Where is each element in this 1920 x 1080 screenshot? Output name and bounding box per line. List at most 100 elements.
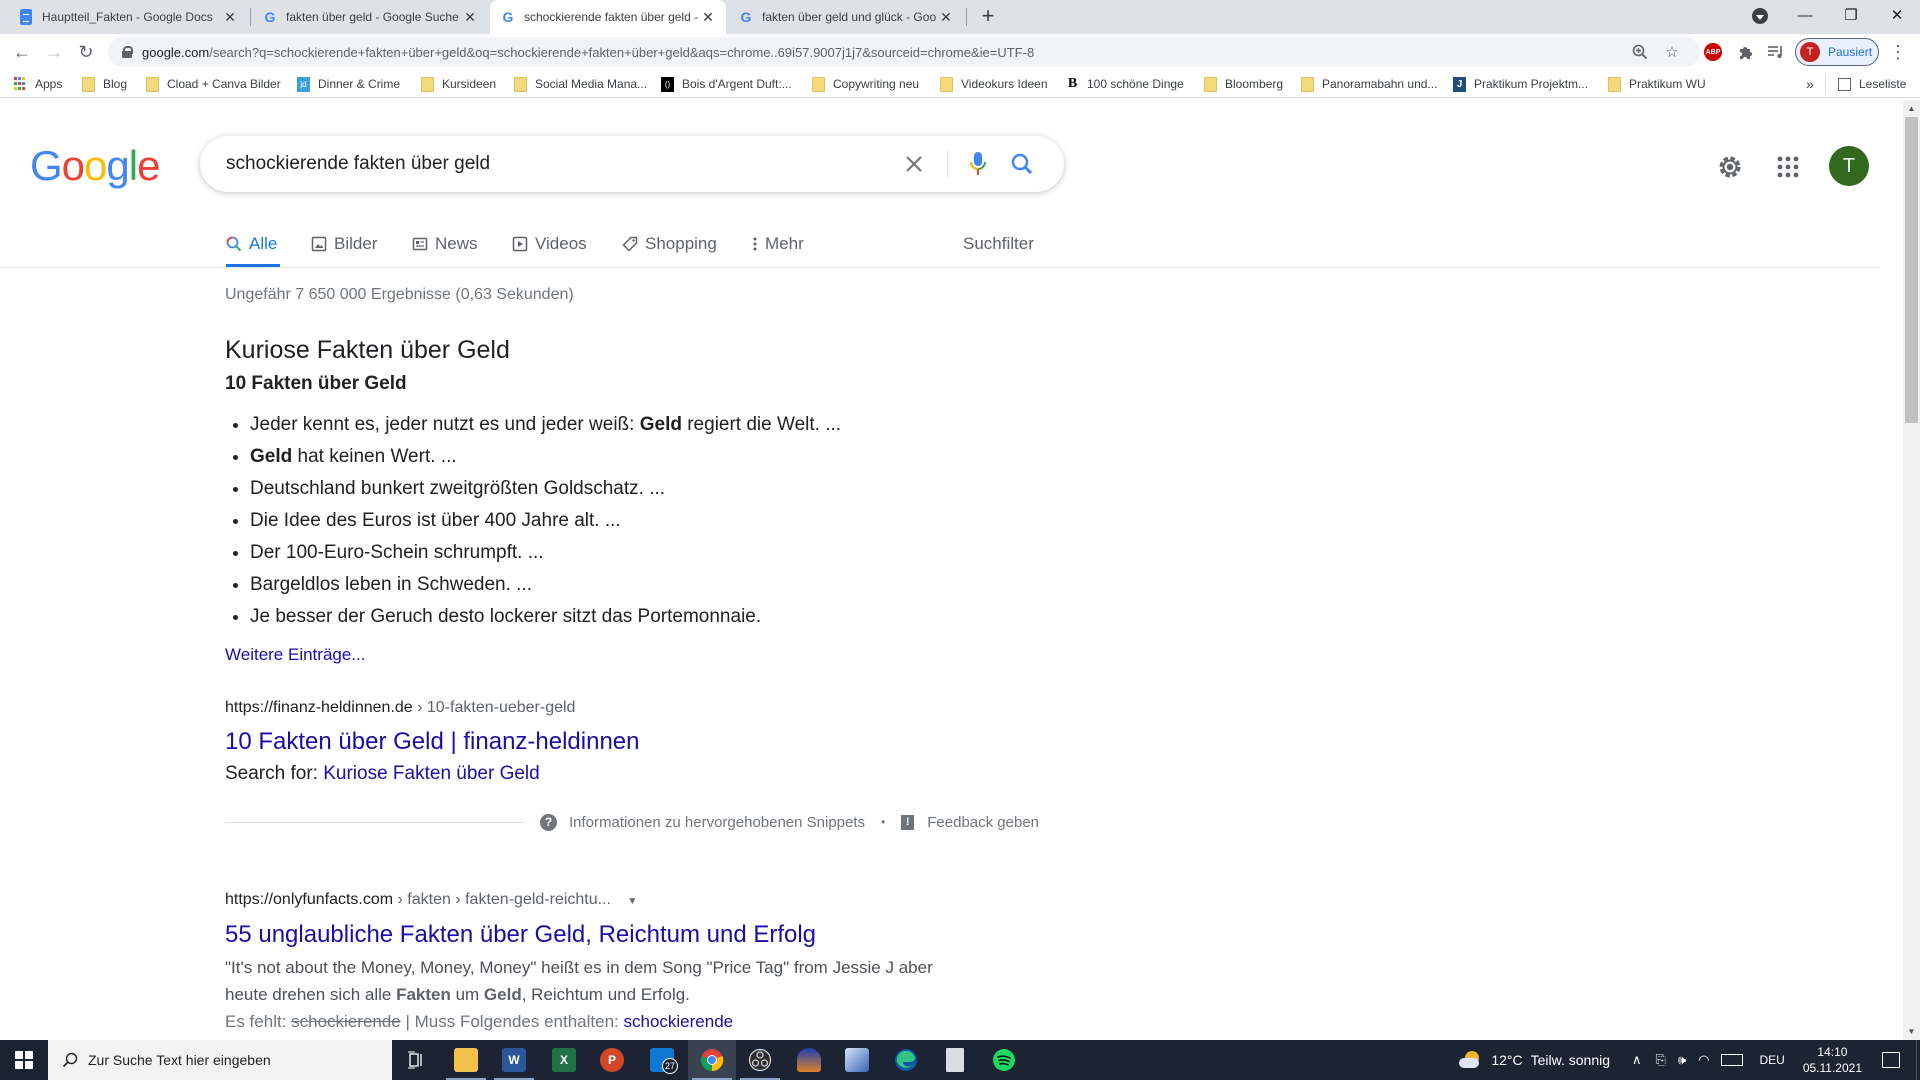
reading-list-button[interactable]: Leseliste — [1838, 75, 1906, 93]
address-bar[interactable]: google.com/search?q=schockierende+fakten… — [108, 37, 1700, 67]
clock[interactable]: 14:10 05.11.2021 — [1803, 1044, 1862, 1076]
search-tools-button[interactable]: Suchfilter — [963, 230, 1034, 258]
voice-search-button[interactable] — [964, 150, 992, 178]
feedback-link[interactable]: Feedback geben — [927, 814, 1039, 831]
start-button[interactable] — [0, 1040, 48, 1080]
close-tab-icon[interactable]: ✕ — [700, 9, 716, 26]
browser-tab[interactable]: Hauptteil_Fakten - Google Docs ✕ — [8, 0, 248, 34]
task-view-button[interactable] — [392, 1040, 440, 1080]
tab-mehr[interactable]: Mehr — [752, 230, 804, 258]
bookmark-item[interactable]: Bloomberg — [1204, 75, 1283, 93]
bookmark-item[interactable]: Blog — [82, 75, 127, 93]
weather-temp[interactable]: 12°C — [1491, 1052, 1522, 1068]
taskbar-app-doc[interactable] — [931, 1040, 979, 1080]
taskbar-app-file-explorer[interactable] — [442, 1040, 490, 1080]
zoom-icon[interactable] — [1628, 40, 1652, 64]
show-desktop-button[interactable] — [1916, 1040, 1920, 1080]
j-site-icon: J — [1453, 76, 1466, 92]
bookmark-item[interactable]: jd Dinner & Crime — [297, 75, 400, 93]
adblock-plus-icon[interactable]: ABP — [1704, 43, 1722, 61]
taskbar-app-mail[interactable]: 27 — [638, 1040, 686, 1080]
scrollbar-thumb[interactable] — [1905, 117, 1918, 423]
scroll-down-arrow[interactable]: ▼ — [1903, 1023, 1920, 1040]
result-title-link[interactable]: 10 Fakten über Geld | finanz-heldinnen — [225, 728, 640, 756]
tab-bilder[interactable]: Bilder — [311, 230, 377, 258]
taskbar-app-edge[interactable] — [882, 1040, 930, 1080]
tab-shopping[interactable]: Shopping — [622, 230, 717, 258]
taskbar-app-image[interactable] — [833, 1040, 881, 1080]
taskbar-app-word[interactable]: W — [490, 1040, 538, 1080]
account-avatar[interactable]: T — [1829, 146, 1869, 186]
bookmarks-overflow-button[interactable]: » — [1806, 75, 1814, 93]
bookmark-item[interactable]: Kursideen — [421, 75, 496, 93]
input-language[interactable]: DEU — [1759, 1053, 1784, 1067]
tab-videos[interactable]: Videos — [512, 230, 587, 258]
taskbar-search-box[interactable]: Zur Suche Text hier eingeben — [48, 1040, 392, 1080]
new-tab-button[interactable]: + — [976, 3, 1000, 28]
tab-alle[interactable]: Alle — [226, 230, 277, 258]
scroll-up-arrow[interactable]: ▲ — [1903, 100, 1920, 117]
restore-button[interactable]: ❐ — [1828, 0, 1874, 30]
taskbar-app-obs[interactable] — [736, 1040, 784, 1080]
back-button[interactable]: ← — [10, 40, 34, 64]
browser-tab[interactable]: G fakten über geld und glück - Goo ✕ — [728, 0, 964, 34]
bookmark-item[interactable]: Panoramabahn und... — [1301, 75, 1437, 93]
bookmark-apps[interactable]: Apps — [14, 75, 62, 93]
more-entries-link[interactable]: Weitere Einträge... — [225, 645, 365, 665]
result-title-link[interactable]: 55 unglaubliche Fakten über Geld, Reicht… — [225, 921, 816, 949]
minimize-button[interactable]: — — [1782, 0, 1828, 30]
tab-news[interactable]: News — [412, 230, 478, 258]
clear-search-button[interactable] — [900, 150, 928, 178]
media-control-icon[interactable] — [1764, 40, 1788, 64]
browser-tab[interactable]: G fakten über geld - Google Suche ✕ — [252, 0, 488, 34]
weather-desc[interactable]: Teilw. sonnig — [1531, 1052, 1610, 1068]
taskbar-app-spotify[interactable] — [980, 1040, 1028, 1080]
taskbar-app-excel[interactable]: X — [540, 1040, 588, 1080]
meet-now-icon[interactable]: ⎘ — [1656, 1052, 1666, 1068]
search-input[interactable] — [226, 136, 866, 192]
show-hidden-icons-chevron-icon[interactable]: ∧ — [1632, 1052, 1642, 1068]
close-tab-icon[interactable]: ✕ — [222, 9, 238, 26]
google-logo[interactable]: Google — [30, 142, 160, 190]
wifi-icon[interactable]: ◠ — [1698, 1052, 1709, 1068]
close-tab-icon[interactable]: ✕ — [462, 9, 478, 26]
bookmark-item[interactable]: Praktikum WU — [1608, 75, 1706, 93]
window-close-button[interactable]: ✕ — [1874, 0, 1920, 30]
must-include-link[interactable]: schockierende — [623, 1012, 733, 1031]
settings-button[interactable] — [1714, 151, 1746, 183]
taskbar-app-powerpoint[interactable]: P — [588, 1040, 636, 1080]
profile-status: Pausiert — [1828, 45, 1873, 59]
search-submit-button[interactable] — [1008, 150, 1036, 178]
snippet-info-link[interactable]: Informationen zu hervorgehobenen Snippet… — [569, 814, 865, 831]
weather-icon[interactable] — [1459, 1051, 1481, 1069]
volume-icon[interactable]: 🕪 — [1678, 1052, 1686, 1068]
taskbar-app-blue[interactable] — [785, 1040, 833, 1080]
close-tab-icon[interactable]: ✕ — [938, 9, 954, 26]
bookmark-item[interactable]: Social Media Mana... — [514, 75, 647, 93]
bookmark-item[interactable]: Cload + Canva Bilder — [146, 75, 281, 93]
keyboard-icon[interactable] — [1721, 1054, 1744, 1066]
browser-tab-active[interactable]: G schockierende fakten über geld - ✕ — [490, 0, 726, 34]
bookmark-item[interactable]: B 100 schöne Dinge — [1066, 75, 1184, 93]
bookmark-item[interactable]: Videokurs Ideen — [940, 75, 1048, 93]
google-apps-button[interactable] — [1772, 151, 1804, 183]
bookmark-item[interactable]: Copywriting neu — [812, 75, 919, 93]
notifications-icon[interactable] — [1882, 1052, 1900, 1068]
tab-search-button[interactable] — [1752, 8, 1768, 24]
chrome-menu-icon[interactable]: ⋮ — [1886, 40, 1910, 64]
profile-button[interactable]: T Pausiert — [1795, 38, 1879, 66]
taskbar-app-chrome[interactable] — [688, 1040, 736, 1080]
vertical-scrollbar[interactable]: ▲ ▼ — [1903, 100, 1920, 1040]
extensions-puzzle-icon[interactable] — [1734, 40, 1758, 64]
result-cite[interactable]: https://finanz-heldinnen.de › 10-fakten-… — [225, 699, 575, 717]
bookmark-item[interactable]: J Praktikum Projektm... — [1453, 75, 1588, 93]
reload-button[interactable]: ↻ — [74, 40, 98, 64]
search-for-link[interactable]: Kuriose Fakten über Geld — [323, 763, 540, 784]
tag-icon — [622, 236, 638, 252]
caret-down-icon[interactable]: ▼ — [627, 896, 637, 907]
bookmark-item[interactable]: () Bois d'Argent Duft:... — [661, 75, 792, 93]
bookmark-star-icon[interactable]: ☆ — [1660, 40, 1684, 64]
forward-button[interactable]: → — [42, 40, 66, 64]
result-snippet-line: "It's not about the Money, Money, Money"… — [225, 958, 933, 977]
result-cite[interactable]: https://onlyfunfacts.com › fakten › fakt… — [225, 891, 637, 909]
